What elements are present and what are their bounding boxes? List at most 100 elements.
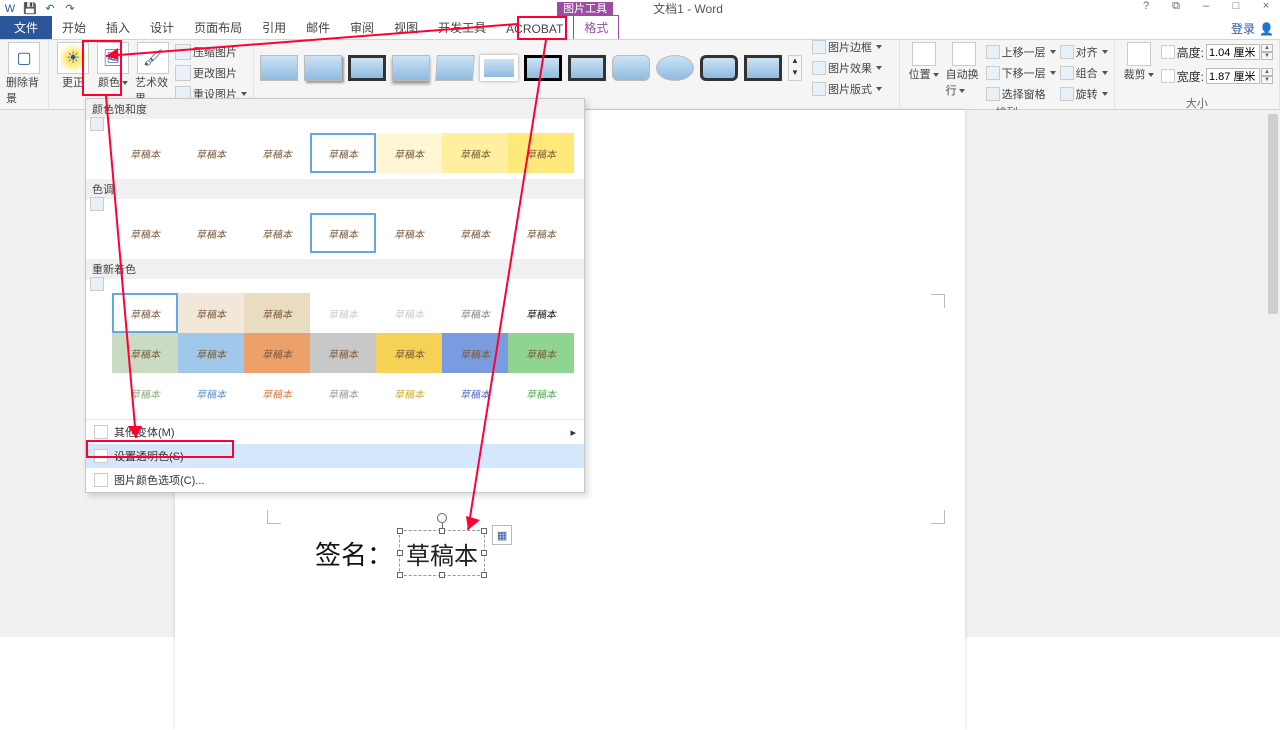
color-swatch[interactable]: 草稿本	[112, 333, 178, 373]
color-swatch[interactable]: 草稿本	[112, 213, 178, 253]
color-swatch[interactable]: 草稿本	[178, 373, 244, 413]
width-spin[interactable]: ▲▼	[1261, 68, 1273, 84]
style-thumb[interactable]	[656, 55, 694, 81]
height-input[interactable]	[1206, 44, 1260, 60]
rotate-button[interactable]: 旋转	[1060, 84, 1108, 104]
color-swatch[interactable]: 草稿本	[178, 293, 244, 333]
color-swatch[interactable]: 草稿本	[244, 373, 310, 413]
color-swatch[interactable]: 草稿本	[442, 293, 508, 333]
picture-color-options-item[interactable]: 图片颜色选项(C)...	[86, 468, 584, 492]
resize-handle[interactable]	[397, 572, 403, 578]
color-swatch[interactable]: 草稿本	[442, 213, 508, 253]
color-swatch[interactable]: 草稿本	[310, 373, 376, 413]
bring-forward-button[interactable]: 上移一层	[986, 42, 1056, 62]
tab-references[interactable]: 引用	[252, 16, 296, 39]
style-thumb[interactable]	[435, 55, 475, 81]
signature-image[interactable]: 草稿本 ▦	[399, 530, 485, 576]
color-swatch[interactable]: 草稿本	[112, 133, 178, 173]
resize-handle[interactable]	[481, 572, 487, 578]
resize-handle[interactable]	[397, 528, 403, 534]
color-swatch[interactable]: 草稿本	[376, 213, 442, 253]
tab-insert[interactable]: 插入	[96, 16, 140, 39]
resize-handle[interactable]	[481, 528, 487, 534]
width-field[interactable]: 宽度: ▲▼	[1161, 66, 1273, 86]
tab-mailings[interactable]: 邮件	[296, 16, 340, 39]
color-swatch[interactable]: 草稿本	[112, 293, 178, 333]
color-swatch[interactable]: 草稿本	[376, 133, 442, 173]
color-swatch[interactable]: 草稿本	[442, 373, 508, 413]
height-spin[interactable]: ▲▼	[1261, 44, 1273, 60]
style-thumb[interactable]	[260, 55, 298, 81]
compress-pictures-button[interactable]: 压缩图片	[175, 42, 247, 62]
tab-developer[interactable]: 开发工具	[428, 16, 496, 39]
style-thumb[interactable]	[480, 55, 518, 81]
vertical-scrollbar[interactable]	[1266, 110, 1280, 637]
picture-border-button[interactable]: 图片边框	[812, 37, 882, 57]
color-swatch[interactable]: 草稿本	[376, 333, 442, 373]
color-swatch[interactable]: 草稿本	[310, 133, 376, 173]
color-swatch[interactable]: 草稿本	[244, 293, 310, 333]
height-field[interactable]: 高度: ▲▼	[1161, 42, 1273, 62]
style-thumb[interactable]	[348, 55, 386, 81]
gallery-more-button[interactable]: ▲▼	[788, 55, 802, 81]
help-icon[interactable]: ?	[1134, 0, 1158, 13]
minimize-icon[interactable]: –	[1194, 0, 1218, 13]
style-thumb[interactable]	[524, 55, 562, 81]
tab-layout[interactable]: 页面布局	[184, 16, 252, 39]
color-swatch[interactable]: 草稿本	[244, 133, 310, 173]
color-swatch[interactable]: 草稿本	[442, 133, 508, 173]
color-swatch[interactable]: 草稿本	[178, 333, 244, 373]
resize-handle[interactable]	[439, 572, 445, 578]
color-swatch[interactable]: 草稿本	[376, 373, 442, 413]
picture-styles-gallery[interactable]: ▲▼	[260, 55, 802, 81]
layout-options-button[interactable]: ▦	[492, 525, 512, 545]
color-swatch[interactable]: 草稿本	[178, 133, 244, 173]
group-button[interactable]: 组合	[1060, 63, 1108, 83]
tab-home[interactable]: 开始	[52, 16, 96, 39]
color-swatch[interactable]: 草稿本	[178, 213, 244, 253]
position-button[interactable]: 位置	[906, 42, 942, 82]
align-button[interactable]: 对齐	[1060, 42, 1108, 62]
style-thumb[interactable]	[304, 55, 342, 81]
color-swatch[interactable]: 草稿本	[508, 373, 574, 413]
selection-pane-button[interactable]: 选择窗格	[986, 84, 1056, 104]
color-swatch[interactable]: 草稿本	[442, 333, 508, 373]
rotate-handle[interactable]	[437, 513, 447, 523]
change-picture-button[interactable]: 更改图片	[175, 63, 247, 83]
style-thumb[interactable]	[568, 55, 606, 81]
color-swatch[interactable]: 草稿本	[244, 213, 310, 253]
style-thumb[interactable]	[744, 55, 782, 81]
wrap-text-button[interactable]: 自动换行	[946, 42, 982, 98]
remove-background-button[interactable]: ▢ 删除背景	[6, 42, 42, 106]
artistic-effects-button[interactable]: 🖌艺术效果	[135, 42, 171, 106]
resize-handle[interactable]	[397, 550, 403, 556]
tab-format[interactable]: 格式	[573, 15, 619, 39]
color-swatch[interactable]: 草稿本	[112, 373, 178, 413]
color-swatch[interactable]: 草稿本	[310, 293, 376, 333]
width-input[interactable]	[1206, 68, 1260, 84]
signin-link[interactable]: 登录👤	[1231, 20, 1274, 37]
style-thumb[interactable]	[700, 55, 738, 81]
crop-button[interactable]: 裁剪	[1121, 42, 1157, 82]
tab-design[interactable]: 设计	[140, 16, 184, 39]
resize-handle[interactable]	[439, 528, 445, 534]
tab-review[interactable]: 审阅	[340, 16, 384, 39]
style-thumb[interactable]	[612, 55, 650, 81]
resize-handle[interactable]	[481, 550, 487, 556]
color-swatch[interactable]: 草稿本	[508, 333, 574, 373]
color-swatch[interactable]: 草稿本	[244, 333, 310, 373]
picture-effects-button[interactable]: 图片效果	[812, 58, 882, 78]
maximize-icon[interactable]: □	[1224, 0, 1248, 13]
ribbon-toggle-icon[interactable]: ⧉	[1164, 0, 1188, 13]
scroll-thumb[interactable]	[1268, 114, 1278, 314]
color-swatch[interactable]: 草稿本	[310, 333, 376, 373]
tab-file[interactable]: 文件	[0, 16, 52, 39]
tab-view[interactable]: 视图	[384, 16, 428, 39]
color-swatch[interactable]: 草稿本	[376, 293, 442, 333]
color-swatch[interactable]: 草稿本	[508, 293, 574, 333]
color-swatch[interactable]: 草稿本	[508, 213, 574, 253]
color-swatch[interactable]: 草稿本	[310, 213, 376, 253]
style-thumb[interactable]	[392, 55, 430, 81]
color-swatch[interactable]: 草稿本	[508, 133, 574, 173]
close-icon[interactable]: ×	[1254, 0, 1278, 13]
